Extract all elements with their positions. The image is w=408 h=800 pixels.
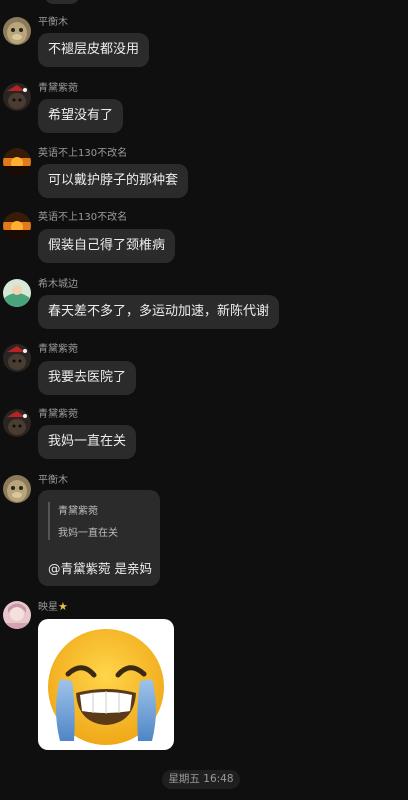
message-bubble[interactable]: 假装自己得了颈椎病 (38, 229, 176, 263)
message-bubble[interactable]: 希望没有了 (38, 99, 124, 133)
message-bubble[interactable]: 不褪层皮都没用 (38, 33, 150, 67)
cartoon-avatar[interactable] (3, 279, 31, 307)
sender-name: 平衡木 (38, 17, 68, 28)
sender-name: 青黛紫菀 (38, 83, 78, 94)
crying-laughing-emoji-sticker[interactable] (38, 619, 174, 750)
quoted-sender: 青黛紫菀 (58, 506, 98, 517)
sunset-avatar[interactable] (3, 148, 31, 176)
previous-bubble-fragment (45, 0, 79, 4)
sender-name: 希木城边 (38, 279, 78, 290)
sender-name: 平衡木 (38, 475, 68, 486)
quoted-text: 我妈一直在关 (58, 528, 118, 539)
chat-area: 平衡木 不褪层皮都没用 青黛紫菀 希望没有了 英语不上130不改名 可以戴护脖子… (0, 0, 408, 800)
sender-name: 青黛紫菀 (38, 344, 78, 355)
monkey-avatar[interactable] (3, 17, 31, 45)
quote-reply-bubble[interactable]: 青黛紫菀 我妈一直在关 @青黛紫菀 是亲妈 (38, 490, 160, 586)
sender-name: 英语不上130不改名 (38, 148, 128, 159)
reply-text: @青黛紫菀 是亲妈 (48, 561, 152, 576)
message-bubble[interactable]: 我妈一直在关 (38, 425, 137, 459)
star-icon: ★ (58, 600, 68, 613)
monkey-avatar[interactable] (3, 475, 31, 503)
timestamp-badge: 星期五 16:48 (162, 770, 240, 789)
dark-cat-avatar[interactable] (3, 83, 31, 111)
girl-avatar[interactable] (3, 601, 31, 629)
dark-cat-avatar[interactable] (3, 409, 31, 437)
quote-bar (48, 502, 50, 540)
dark-cat-avatar[interactable] (3, 344, 31, 372)
sender-name: 青黛紫菀 (38, 409, 78, 420)
message-bubble[interactable]: 可以戴护脖子的那种套 (38, 164, 189, 198)
sender-name: 映星★ (38, 600, 68, 614)
sender-name: 英语不上130不改名 (38, 212, 128, 223)
sunset-avatar[interactable] (3, 212, 31, 240)
message-bubble[interactable]: 我要去医院了 (38, 361, 137, 395)
message-bubble[interactable]: 春天差不多了，多运动加速，新陈代谢 (38, 295, 280, 329)
